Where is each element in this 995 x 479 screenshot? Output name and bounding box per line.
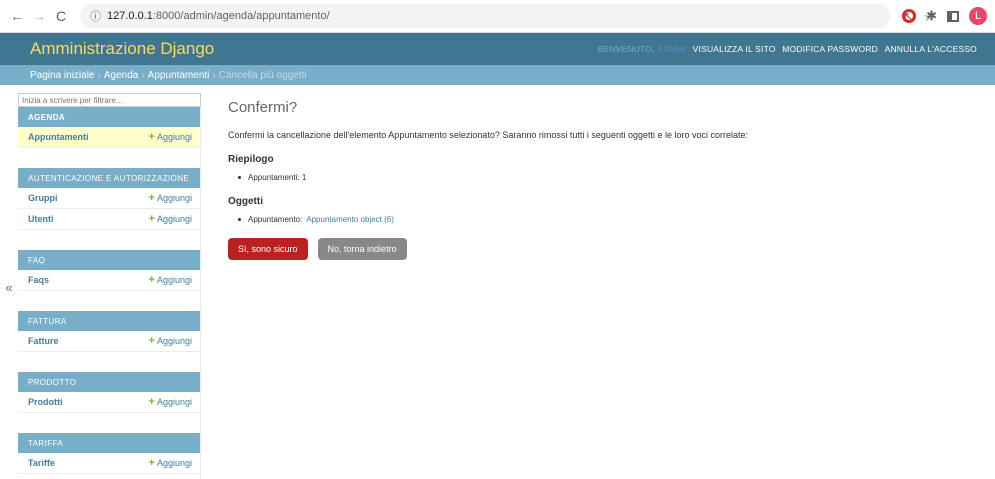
model-link[interactable]: Gruppi (28, 193, 58, 203)
module-tariffa: TARIFFA Tariffe + Aggiungi (18, 433, 200, 474)
plus-icon: + (148, 213, 155, 225)
add-label: Aggiungi (156, 193, 192, 203)
url-host: 127.0.0.1 (107, 10, 153, 22)
add-label: Aggiungi (156, 132, 192, 142)
sidebar-item-tariffe: Tariffe + Aggiungi (18, 453, 200, 474)
module-caption[interactable]: FATTURA (18, 311, 200, 331)
summary-item: Appuntamenti: 1 (248, 173, 307, 182)
plus-icon: + (148, 335, 155, 347)
admin-header: Amministrazione Django BENVENUTO, ADMIN … (0, 33, 995, 65)
add-button[interactable]: + Aggiungi (149, 335, 192, 347)
module-fattura: FATTURA Fatture + Aggiungi (18, 311, 200, 352)
add-label: Aggiungi (156, 458, 192, 468)
address-bar[interactable]: ⓘ 127.0.0.1:8000/admin/agenda/appuntamen… (80, 4, 891, 28)
model-link[interactable]: Fatture (28, 336, 59, 346)
back-icon[interactable]: ← (8, 7, 26, 25)
add-button[interactable]: + Aggiungi (149, 192, 192, 204)
add-button[interactable]: + Aggiungi (149, 457, 192, 469)
summary-list: Appuntamenti: 1 (228, 173, 968, 182)
list-item: Appuntamento: Appuntamento object (6) (238, 215, 968, 224)
summary-heading: Riepilogo (228, 154, 274, 165)
forward-icon[interactable]: → (30, 7, 48, 25)
sidebar-item-faqs: Faqs + Aggiungi (18, 270, 200, 291)
list-item: Appuntamenti: 1 (238, 173, 968, 182)
url-path: :8000/admin/agenda/appuntamento/ (152, 10, 330, 22)
nav-filter-input[interactable] (18, 93, 201, 107)
model-link[interactable]: Utenti (28, 214, 54, 224)
plus-icon: + (148, 396, 155, 408)
sidebar-item-utenti: Utenti + Aggiungi (18, 209, 200, 230)
module-prodotto: PRODOTTO Prodotti + Aggiungi (18, 372, 200, 413)
share-icon[interactable]: ⇱ (902, 9, 913, 25)
breadcrumb-app[interactable]: Agenda (104, 70, 138, 81)
info-icon[interactable]: ⓘ (90, 8, 101, 24)
module-caption[interactable]: TARIFFA (18, 433, 200, 453)
module-caption[interactable]: FAQ (18, 250, 200, 270)
confirm-message: Confermi la cancellazione dell'elemento … (228, 130, 749, 140)
objects-list: Appuntamento: Appuntamento object (6) (228, 215, 968, 224)
nav-sidebar: AGENDA Appuntamenti +Aggiungi AUTENTICAZ… (18, 93, 201, 479)
model-link[interactable]: Tariffe (28, 458, 55, 468)
profile-avatar[interactable]: L (969, 7, 987, 25)
breadcrumb-separator: › (141, 69, 145, 81)
sidebar-item-gruppi: Gruppi + Aggiungi (18, 188, 200, 209)
object-prefix: Appuntamento: (248, 215, 303, 224)
breadcrumb-model[interactable]: Appuntamenti (148, 70, 210, 81)
sidebar-item-appuntamenti: Appuntamenti + Aggiungi (18, 127, 200, 148)
bullet (238, 176, 241, 179)
model-link[interactable]: Faqs (28, 275, 49, 285)
breadcrumb: Pagina iniziale › Agenda › Appuntamenti … (0, 65, 995, 85)
confirm-delete-button[interactable]: Sì, sono sicuro (228, 238, 308, 260)
module-caption[interactable]: AUTENTICAZIONE E AUTORIZZAZIONE (18, 168, 200, 188)
sidebar-item-prodotti: Prodotti + Aggiungi (18, 392, 200, 413)
side-panel-icon[interactable] (947, 10, 959, 22)
cancel-button[interactable]: No, torna indietro (317, 238, 407, 260)
add-label: Aggiungi (156, 397, 192, 407)
username: ADMIN (657, 44, 687, 54)
form-actions: Sì, sono sicuro No, torna indietro (228, 238, 968, 260)
toggle-nav-sidebar-icon[interactable]: « (0, 85, 18, 479)
module-faq: FAQ Faqs + Aggiungi (18, 250, 200, 291)
breadcrumb-separator: › (97, 69, 101, 81)
page-title: Confermi? (228, 99, 298, 116)
add-button[interactable]: + Aggiungi (149, 396, 192, 408)
add-label: Aggiungi (156, 275, 192, 285)
module-caption[interactable]: PRODOTTO (18, 372, 200, 392)
add-label: Aggiungi (156, 336, 192, 346)
breadcrumb-separator: › (212, 69, 216, 81)
plus-icon: + (148, 457, 155, 469)
change-password-link[interactable]: MODIFICA PASSWORD (782, 44, 878, 54)
user-tools: BENVENUTO, ADMIN VISUALIZZA IL SITO MODI… (598, 44, 977, 54)
module-agenda: AGENDA Appuntamenti + Aggiungi (18, 107, 200, 148)
site-branding[interactable]: Amministrazione Django (30, 39, 214, 59)
objects-heading: Oggetti (228, 196, 263, 207)
model-link[interactable]: Prodotti (28, 397, 63, 407)
breadcrumb-current: Cancella più oggetti (218, 69, 307, 81)
breadcrumb-home[interactable]: Pagina iniziale (30, 70, 95, 81)
view-site-link[interactable]: VISUALIZZA IL SITO (693, 44, 776, 54)
module-caption[interactable]: AGENDA (18, 107, 200, 127)
plus-icon: + (148, 192, 155, 204)
welcome-text: BENVENUTO, (597, 44, 655, 54)
reload-icon[interactable]: C (52, 7, 70, 25)
module-auth: AUTENTICAZIONE E AUTORIZZAZIONE Gruppi +… (18, 168, 200, 230)
add-button[interactable]: + Aggiungi (149, 213, 192, 225)
object-link[interactable]: Appuntamento object (6) (306, 215, 394, 224)
add-button[interactable]: + Aggiungi (149, 274, 192, 286)
main-content: Confermi? Confermi la cancellazione dell… (201, 85, 995, 479)
star-icon[interactable]: ☆ (923, 9, 935, 25)
sidebar-item-fatture: Fatture + Aggiungi (18, 331, 200, 352)
model-link[interactable]: Appuntamenti (28, 132, 89, 142)
add-label: Aggiungi (156, 214, 192, 224)
logout-link[interactable]: ANNULLA L'ACCESSO (885, 44, 977, 54)
bullet (238, 218, 241, 221)
plus-icon: + (148, 131, 155, 143)
browser-toolbar: ← → C ⓘ 127.0.0.1:8000/admin/agenda/appu… (0, 0, 995, 33)
add-button[interactable]: + Aggiungi (149, 131, 192, 143)
plus-icon: + (148, 274, 155, 286)
